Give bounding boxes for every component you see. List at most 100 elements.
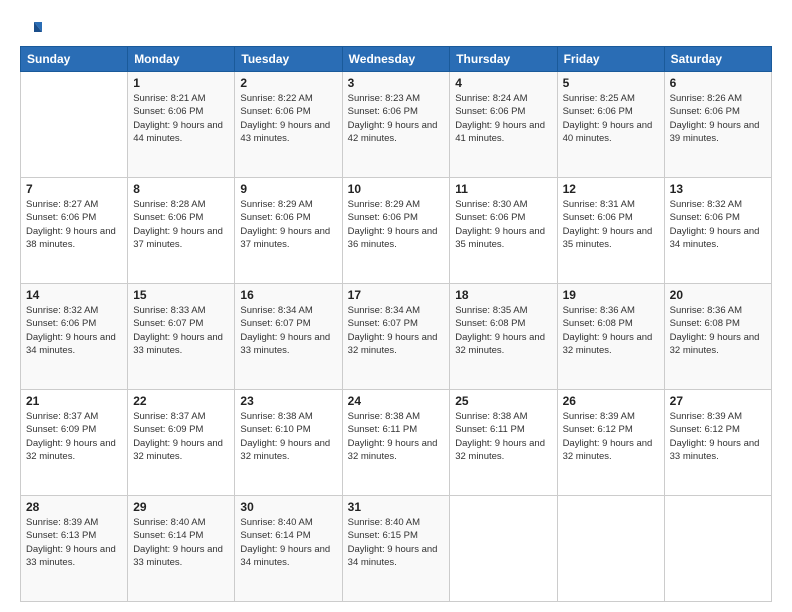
- day-number: 31: [348, 500, 445, 514]
- week-row-1: 1 Sunrise: 8:21 AM Sunset: 6:06 PM Daylig…: [21, 72, 772, 178]
- day-info: Sunrise: 8:32 AM Sunset: 6:06 PM Dayligh…: [26, 304, 122, 357]
- logo-icon: [20, 18, 42, 40]
- weekday-header-thursday: Thursday: [450, 47, 557, 72]
- day-info: Sunrise: 8:27 AM Sunset: 6:06 PM Dayligh…: [26, 198, 122, 251]
- day-cell: 22Sunrise: 8:37 AM Sunset: 6:09 PM Dayli…: [128, 390, 235, 496]
- day-number: 20: [670, 288, 766, 302]
- day-cell: 12 Sunrise: 8:31 AM Sunset: 6:06 PM Dayli…: [557, 178, 664, 284]
- day-number: 15: [133, 288, 229, 302]
- week-row-4: 21 Sunrise: 8:37 AM Sunset: 6:09 PM Dayli…: [21, 390, 772, 496]
- day-info: Sunrise: 8:40 AM Sunset: 6:14 PM Dayligh…: [133, 516, 229, 569]
- day-cell: 18 Sunrise: 8:35 AM Sunset: 6:08 PM Dayli…: [450, 284, 557, 390]
- day-number: 2: [240, 76, 336, 90]
- day-info: Sunrise: 8:34 AM Sunset: 6:07 PM Dayligh…: [240, 304, 336, 357]
- day-number: 6: [670, 76, 766, 90]
- day-cell: 5Sunrise: 8:25 AM Sunset: 6:06 PM Daylig…: [557, 72, 664, 178]
- day-cell: 15 Sunrise: 8:33 AM Sunset: 6:07 PM Dayli…: [128, 284, 235, 390]
- day-number: 25: [455, 394, 551, 408]
- day-number: 30: [240, 500, 336, 514]
- day-info: Sunrise: 8:39 AM Sunset: 6:12 PM Dayligh…: [563, 410, 659, 463]
- day-number: 23: [240, 394, 336, 408]
- day-number: 24: [348, 394, 445, 408]
- day-cell: 23Sunrise: 8:38 AM Sunset: 6:10 PM Dayli…: [235, 390, 342, 496]
- day-cell: 21 Sunrise: 8:37 AM Sunset: 6:09 PM Dayli…: [21, 390, 128, 496]
- day-cell: 7 Sunrise: 8:27 AM Sunset: 6:06 PM Daylig…: [21, 178, 128, 284]
- day-info: Sunrise: 8:29 AM Sunset: 6:06 PM Dayligh…: [240, 198, 336, 251]
- day-cell: 4 Sunrise: 8:24 AM Sunset: 6:06 PM Daylig…: [450, 72, 557, 178]
- day-cell: 27 Sunrise: 8:39 AM Sunset: 6:12 PM Dayli…: [664, 390, 771, 496]
- day-number: 4: [455, 76, 551, 90]
- day-number: 8: [133, 182, 229, 196]
- day-number: 16: [240, 288, 336, 302]
- weekday-header-friday: Friday: [557, 47, 664, 72]
- day-number: 21: [26, 394, 122, 408]
- day-info: Sunrise: 8:32 AM Sunset: 6:06 PM Dayligh…: [670, 198, 766, 251]
- day-info: Sunrise: 8:38 AM Sunset: 6:11 PM Dayligh…: [348, 410, 445, 463]
- day-info: Sunrise: 8:39 AM Sunset: 6:12 PM Dayligh…: [670, 410, 766, 463]
- day-cell: [664, 496, 771, 602]
- day-cell: 28 Sunrise: 8:39 AM Sunset: 6:13 PM Dayli…: [21, 496, 128, 602]
- day-number: 29: [133, 500, 229, 514]
- day-number: 7: [26, 182, 122, 196]
- day-info: Sunrise: 8:21 AM Sunset: 6:06 PM Dayligh…: [133, 92, 229, 145]
- day-info: Sunrise: 8:40 AM Sunset: 6:15 PM Dayligh…: [348, 516, 445, 569]
- day-number: 9: [240, 182, 336, 196]
- day-cell: 8 Sunrise: 8:28 AM Sunset: 6:06 PM Daylig…: [128, 178, 235, 284]
- day-number: 5: [563, 76, 659, 90]
- day-cell: 2 Sunrise: 8:22 AM Sunset: 6:06 PM Daylig…: [235, 72, 342, 178]
- day-number: 18: [455, 288, 551, 302]
- week-row-5: 28 Sunrise: 8:39 AM Sunset: 6:13 PM Dayli…: [21, 496, 772, 602]
- day-cell: 31 Sunrise: 8:40 AM Sunset: 6:15 PM Dayli…: [342, 496, 450, 602]
- day-cell: 19 Sunrise: 8:36 AM Sunset: 6:08 PM Dayli…: [557, 284, 664, 390]
- day-info: Sunrise: 8:36 AM Sunset: 6:08 PM Dayligh…: [563, 304, 659, 357]
- week-row-2: 7 Sunrise: 8:27 AM Sunset: 6:06 PM Daylig…: [21, 178, 772, 284]
- day-cell: 3Sunrise: 8:23 AM Sunset: 6:06 PM Daylig…: [342, 72, 450, 178]
- header: [20, 18, 772, 40]
- day-cell: 1 Sunrise: 8:21 AM Sunset: 6:06 PM Daylig…: [128, 72, 235, 178]
- day-info: Sunrise: 8:37 AM Sunset: 6:09 PM Dayligh…: [26, 410, 122, 463]
- day-number: 11: [455, 182, 551, 196]
- weekday-header-monday: Monday: [128, 47, 235, 72]
- weekday-header-tuesday: Tuesday: [235, 47, 342, 72]
- day-info: Sunrise: 8:29 AM Sunset: 6:06 PM Dayligh…: [348, 198, 445, 251]
- logo: [20, 18, 46, 40]
- day-cell: 13 Sunrise: 8:32 AM Sunset: 6:06 PM Dayli…: [664, 178, 771, 284]
- page: SundayMondayTuesdayWednesdayThursdayFrid…: [0, 0, 792, 612]
- day-cell: [557, 496, 664, 602]
- day-number: 3: [348, 76, 445, 90]
- day-info: Sunrise: 8:35 AM Sunset: 6:08 PM Dayligh…: [455, 304, 551, 357]
- weekday-header-row: SundayMondayTuesdayWednesdayThursdayFrid…: [21, 47, 772, 72]
- day-cell: 16 Sunrise: 8:34 AM Sunset: 6:07 PM Dayli…: [235, 284, 342, 390]
- day-cell: 6Sunrise: 8:26 AM Sunset: 6:06 PM Daylig…: [664, 72, 771, 178]
- day-number: 13: [670, 182, 766, 196]
- day-cell: [21, 72, 128, 178]
- day-info: Sunrise: 8:30 AM Sunset: 6:06 PM Dayligh…: [455, 198, 551, 251]
- week-row-3: 14Sunrise: 8:32 AM Sunset: 6:06 PM Dayli…: [21, 284, 772, 390]
- day-info: Sunrise: 8:31 AM Sunset: 6:06 PM Dayligh…: [563, 198, 659, 251]
- day-info: Sunrise: 8:37 AM Sunset: 6:09 PM Dayligh…: [133, 410, 229, 463]
- day-cell: 20 Sunrise: 8:36 AM Sunset: 6:08 PM Dayli…: [664, 284, 771, 390]
- day-number: 27: [670, 394, 766, 408]
- day-number: 19: [563, 288, 659, 302]
- day-number: 12: [563, 182, 659, 196]
- day-cell: 10Sunrise: 8:29 AM Sunset: 6:06 PM Dayli…: [342, 178, 450, 284]
- day-cell: 9 Sunrise: 8:29 AM Sunset: 6:06 PM Daylig…: [235, 178, 342, 284]
- day-info: Sunrise: 8:39 AM Sunset: 6:13 PM Dayligh…: [26, 516, 122, 569]
- day-cell: 26 Sunrise: 8:39 AM Sunset: 6:12 PM Dayli…: [557, 390, 664, 496]
- day-info: Sunrise: 8:22 AM Sunset: 6:06 PM Dayligh…: [240, 92, 336, 145]
- day-info: Sunrise: 8:24 AM Sunset: 6:06 PM Dayligh…: [455, 92, 551, 145]
- day-cell: 11 Sunrise: 8:30 AM Sunset: 6:06 PM Dayli…: [450, 178, 557, 284]
- day-info: Sunrise: 8:28 AM Sunset: 6:06 PM Dayligh…: [133, 198, 229, 251]
- day-cell: [450, 496, 557, 602]
- day-cell: 24 Sunrise: 8:38 AM Sunset: 6:11 PM Dayli…: [342, 390, 450, 496]
- day-number: 26: [563, 394, 659, 408]
- day-info: Sunrise: 8:36 AM Sunset: 6:08 PM Dayligh…: [670, 304, 766, 357]
- day-number: 1: [133, 76, 229, 90]
- day-cell: 30Sunrise: 8:40 AM Sunset: 6:14 PM Dayli…: [235, 496, 342, 602]
- weekday-header-saturday: Saturday: [664, 47, 771, 72]
- day-number: 28: [26, 500, 122, 514]
- day-cell: 17Sunrise: 8:34 AM Sunset: 6:07 PM Dayli…: [342, 284, 450, 390]
- day-info: Sunrise: 8:33 AM Sunset: 6:07 PM Dayligh…: [133, 304, 229, 357]
- day-cell: 25Sunrise: 8:38 AM Sunset: 6:11 PM Dayli…: [450, 390, 557, 496]
- day-number: 17: [348, 288, 445, 302]
